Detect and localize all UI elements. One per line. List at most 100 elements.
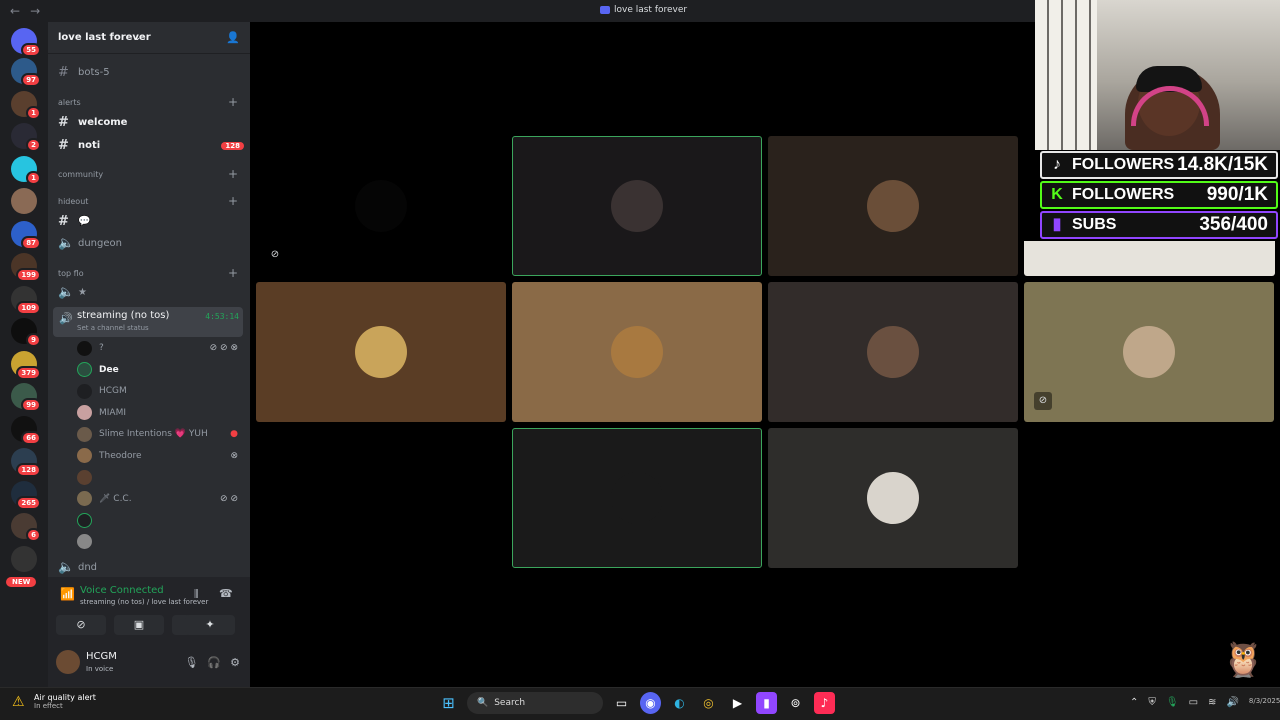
- tray-clock[interactable]: 8/3/2025: [1249, 697, 1280, 708]
- discord-taskbar-icon[interactable]: ◉: [640, 692, 661, 714]
- channel-speech[interactable]: # 💬: [52, 214, 244, 229]
- category-alerts[interactable]: alerts +: [58, 96, 238, 108]
- server-unread-badge: 97: [21, 73, 41, 87]
- invite-people-icon[interactable]: 👤: [226, 31, 240, 44]
- server-icon[interactable]: 99: [11, 383, 41, 412]
- headset-icon[interactable]: 🎧: [207, 656, 221, 669]
- noise-suppression-icon[interactable]: ⫼: [194, 589, 199, 600]
- add-channel-icon[interactable]: +: [228, 195, 238, 207]
- avatar[interactable]: [56, 650, 80, 674]
- voice-member[interactable]: Dee: [77, 360, 242, 380]
- server-icon[interactable]: 379: [11, 350, 41, 380]
- voice-member[interactable]: Theodore ⊗: [77, 446, 242, 466]
- shield-icon[interactable]: ⛨: [1148, 697, 1156, 708]
- soundboard-button[interactable]: ✦: [185, 615, 235, 635]
- volume-icon[interactable]: 🔊: [1226, 697, 1238, 708]
- deafened-icon: ⊘: [1034, 392, 1052, 410]
- goal-bar: ♪ FOLLOWERS 14.8K/15K: [1040, 151, 1278, 179]
- voice-member[interactable]: [77, 467, 242, 487]
- server-icon[interactable]: 1: [11, 155, 41, 185]
- user-panel: HCGM In voice 🎙 🎧 ⚙: [48, 642, 250, 687]
- display-icon[interactable]: ▭: [1189, 697, 1198, 708]
- voice-member[interactable]: MIAMI: [77, 403, 242, 423]
- disconnect-icon[interactable]: ☎: [219, 587, 233, 600]
- server-icon[interactable]: 6: [11, 513, 41, 542]
- voice-member[interactable]: 🗡 C.C. ⊘ ⊘: [77, 489, 242, 509]
- server-icon[interactable]: 66: [11, 415, 41, 445]
- server-icon[interactable]: 1: [11, 90, 41, 120]
- mention-count-badge: 128: [221, 141, 244, 150]
- discord-home-icon[interactable]: 55: [11, 28, 41, 57]
- microphone-tray-icon[interactable]: 🎙: [1166, 697, 1179, 708]
- participant-tile[interactable]: [256, 282, 506, 422]
- voice-member[interactable]: [77, 510, 242, 530]
- avatar: [77, 448, 92, 463]
- weather-widget[interactable]: ⚠ Air quality alert In effect: [12, 693, 96, 710]
- microphone-icon[interactable]: 🎙: [184, 656, 198, 669]
- server-unread-badge: 9: [26, 333, 41, 347]
- voice-channel-streaming[interactable]: 🔊 streaming (no tos) Set a channel statu…: [53, 307, 243, 337]
- add-channel-icon[interactable]: +: [228, 267, 238, 279]
- category-hideout[interactable]: hideout +: [58, 195, 238, 207]
- participant-tile[interactable]: [512, 428, 762, 568]
- server-icon[interactable]: 87: [11, 220, 41, 250]
- channel-bots[interactable]: # bots-5: [52, 65, 244, 80]
- twitch-icon[interactable]: ▮: [756, 692, 777, 714]
- wifi-icon[interactable]: ≋: [1208, 697, 1216, 708]
- member-name: MIAMI: [99, 407, 126, 418]
- voice-status[interactable]: Voice Connected: [80, 585, 164, 596]
- back-arrow-icon[interactable]: ←: [10, 4, 20, 18]
- screen-share-button[interactable]: ▣: [114, 615, 164, 635]
- participant-tile[interactable]: [768, 282, 1018, 422]
- server-icon[interactable]: [11, 188, 37, 214]
- server-icon[interactable]: 199: [11, 253, 41, 282]
- channel-dungeon[interactable]: 🔈 dungeon: [52, 236, 244, 251]
- new-server-badge[interactable]: NEW: [6, 577, 37, 587]
- voice-member[interactable]: [77, 532, 242, 552]
- forward-arrow-icon[interactable]: →: [30, 4, 40, 18]
- task-view-icon[interactable]: ▭: [611, 692, 632, 714]
- obs-icon[interactable]: ⊚: [785, 692, 806, 714]
- channel-dnd[interactable]: 🔈 dnd: [52, 560, 244, 575]
- participant-tile[interactable]: [512, 136, 762, 276]
- channel-noti[interactable]: # noti 128: [52, 138, 244, 153]
- channel-status[interactable]: Set a channel status: [77, 324, 149, 332]
- channel-star[interactable]: 🔈 ★: [52, 285, 244, 300]
- username[interactable]: HCGM: [86, 651, 117, 662]
- avatar: [77, 426, 92, 442]
- server-icon[interactable]: 109: [11, 285, 41, 315]
- server-header[interactable]: love last forever ⌄ 👤: [48, 22, 250, 54]
- windows-taskbar: ⚠ Air quality alert In effect ⊞ 🔍 Search …: [0, 687, 1280, 720]
- server-icon[interactable]: 2: [11, 123, 41, 152]
- participant-tile[interactable]: ⊘: [256, 136, 506, 276]
- taskbar-search[interactable]: 🔍 Search: [467, 692, 603, 714]
- voice-member[interactable]: ? ⊘ ⊘ ⊗: [77, 338, 242, 358]
- user-status: In voice: [86, 665, 114, 673]
- voice-member[interactable]: Slime Intentions 💗 YUH ●: [77, 424, 242, 444]
- voice-member[interactable]: HCGM: [77, 381, 242, 401]
- category-top-flo[interactable]: top flo +: [58, 267, 238, 279]
- category-community[interactable]: community +: [58, 168, 238, 180]
- gear-icon[interactable]: ⚙: [230, 656, 240, 669]
- voice-location[interactable]: streaming (no tos) / love last forever: [80, 598, 208, 606]
- participant-tile[interactable]: [768, 136, 1018, 276]
- add-channel-icon[interactable]: +: [228, 96, 238, 108]
- server-icon[interactable]: 128: [11, 448, 41, 477]
- server-icon[interactable]: [11, 545, 37, 572]
- edge-icon[interactable]: ◐: [669, 692, 690, 714]
- participant-tile[interactable]: [768, 428, 1018, 568]
- chrome-icon[interactable]: ◎: [698, 692, 719, 714]
- channel-welcome[interactable]: # welcome: [52, 115, 244, 130]
- add-channel-icon[interactable]: +: [228, 168, 238, 180]
- server-icon[interactable]: 265: [11, 480, 41, 510]
- server-icon[interactable]: 97: [11, 58, 41, 87]
- participant-tile[interactable]: [512, 282, 762, 422]
- tiktok-icon[interactable]: ♪: [814, 692, 835, 714]
- participant-tile[interactable]: ⊘: [1024, 282, 1274, 422]
- media-player-icon[interactable]: ▶: [727, 692, 748, 714]
- server-icon[interactable]: 9: [11, 318, 41, 347]
- camera-button[interactable]: ⊘: [56, 615, 106, 635]
- chevron-up-icon[interactable]: ⌃: [1130, 697, 1138, 708]
- start-button[interactable]: ⊞: [438, 692, 459, 714]
- signal-icon[interactable]: 📶: [60, 587, 75, 601]
